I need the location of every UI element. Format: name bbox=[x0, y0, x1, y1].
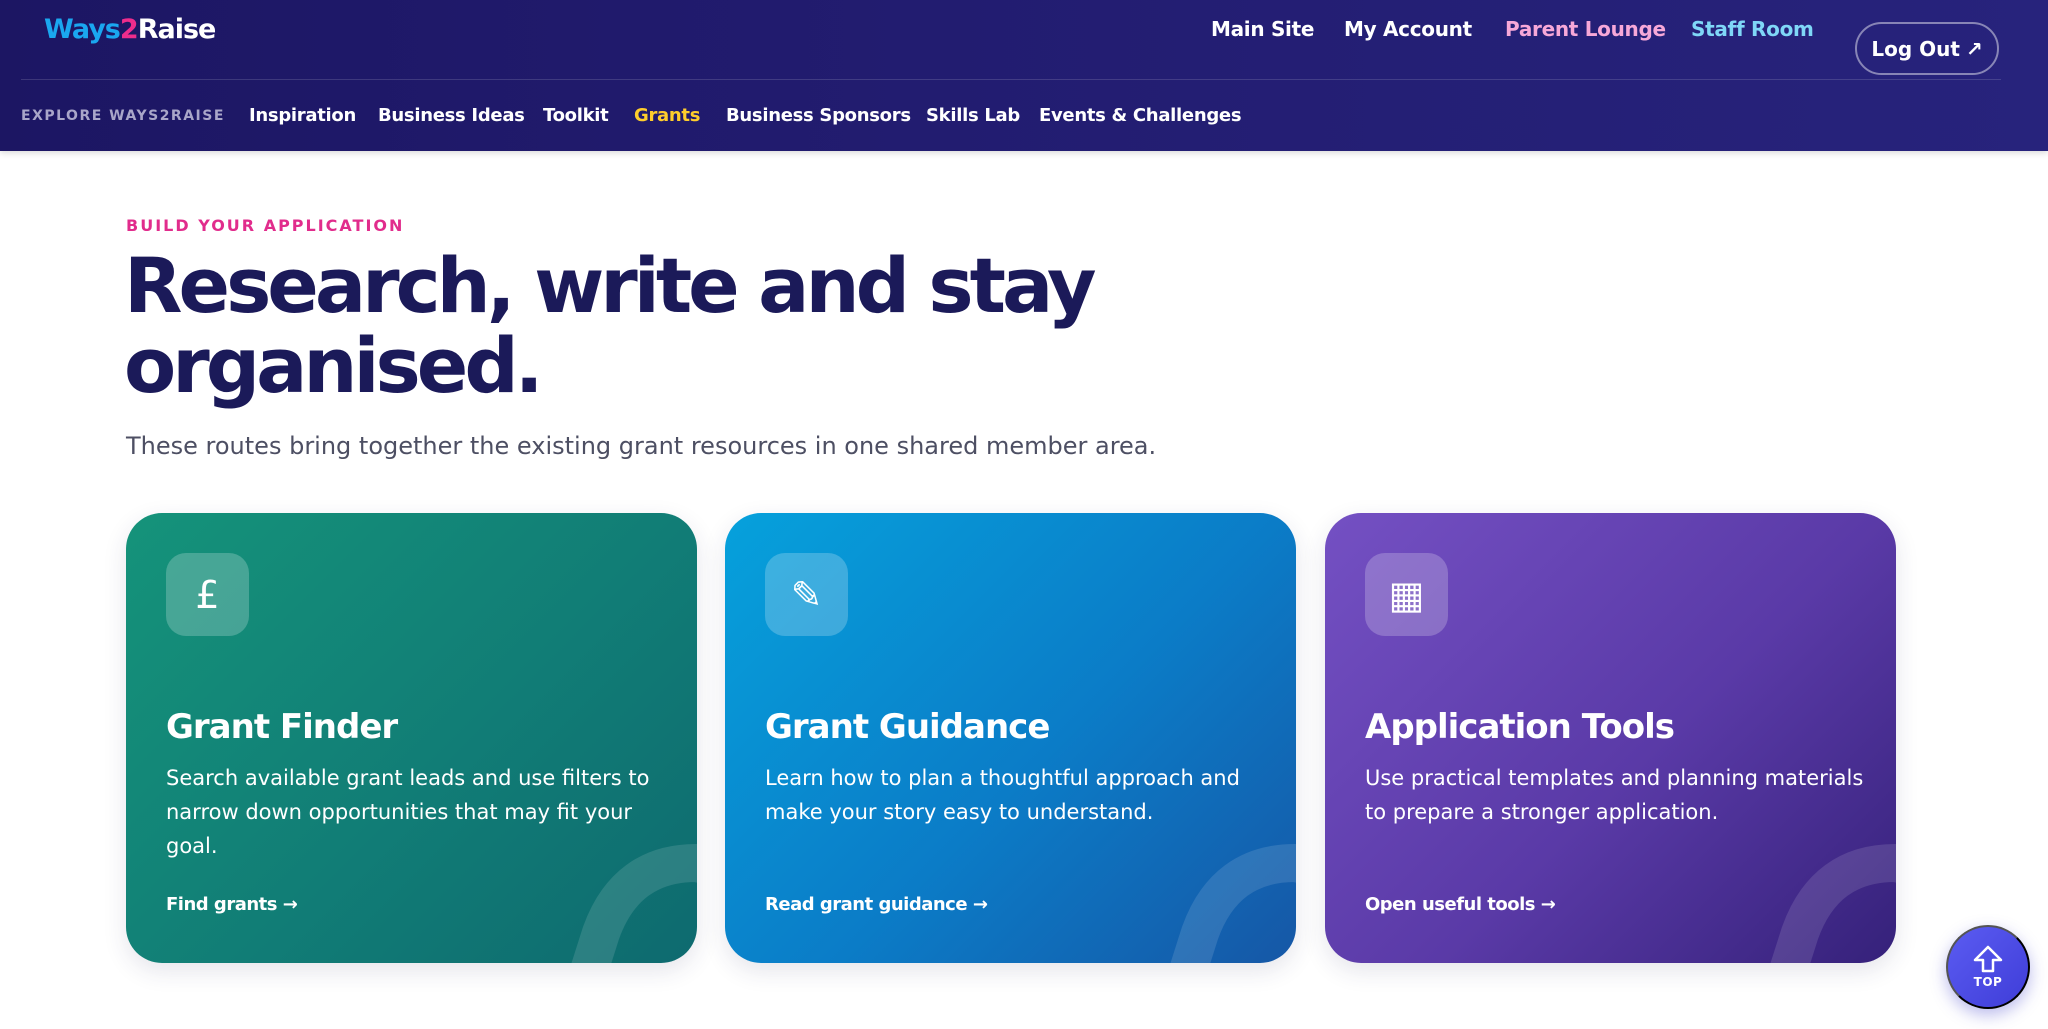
card-title: Grant Finder bbox=[166, 707, 398, 747]
subnav-skills-lab[interactable]: Skills Lab bbox=[926, 105, 1020, 126]
subnav-grants[interactable]: Grants bbox=[634, 105, 700, 126]
card-description: Learn how to plan a thoughtful approach … bbox=[765, 766, 1240, 824]
nav-my-account[interactable]: My Account bbox=[1344, 17, 1472, 41]
card-grant-finder[interactable]: £ Grant Finder Search available grant le… bbox=[126, 513, 697, 963]
card-title: Grant Guidance bbox=[765, 707, 1050, 747]
arrow-up-icon bbox=[1973, 945, 2003, 973]
pencil-icon: ✎ bbox=[765, 553, 848, 636]
subnav-inspiration[interactable]: Inspiration bbox=[249, 105, 356, 126]
top-nav: Main Site My Account Parent Lounge Staff… bbox=[0, 17, 2048, 75]
card-description: Search available grant leads and use fil… bbox=[166, 766, 650, 858]
card-grant-guidance[interactable]: ✎ Grant Guidance Learn how to plan a tho… bbox=[725, 513, 1296, 963]
nav-parent-lounge[interactable]: Parent Lounge bbox=[1505, 17, 1666, 41]
subnav-business-ideas[interactable]: Business Ideas bbox=[378, 105, 525, 126]
open-tools-link[interactable]: Open useful tools → bbox=[1365, 894, 1556, 915]
subnav-business-sponsors[interactable]: Business Sponsors bbox=[726, 105, 911, 126]
subnav-events-challenges[interactable]: Events & Challenges bbox=[1039, 105, 1242, 126]
nav-main-site[interactable]: Main Site bbox=[1211, 17, 1314, 41]
read-guidance-link[interactable]: Read grant guidance → bbox=[765, 894, 988, 915]
subnav-toolkit[interactable]: Toolkit bbox=[543, 105, 609, 126]
section-eyebrow: BUILD YOUR APPLICATION bbox=[126, 216, 405, 235]
card-application-tools[interactable]: ▦ Application Tools Use practical templa… bbox=[1325, 513, 1896, 963]
site-header: Ways2Raise Main Site My Account Parent L… bbox=[0, 0, 2048, 151]
grid-icon: ▦ bbox=[1365, 553, 1448, 636]
external-arrow-icon: ↗ bbox=[1965, 36, 1983, 61]
page-title-line-2: organised. bbox=[124, 321, 544, 410]
logout-label: Log Out bbox=[1871, 36, 1960, 61]
page-title: Research, write and stay organised. bbox=[124, 246, 1124, 406]
find-grants-link[interactable]: Find grants → bbox=[166, 894, 298, 915]
back-to-top-button[interactable]: TOP bbox=[1946, 925, 2030, 1009]
logout-button[interactable]: Log Out ↗ bbox=[1855, 22, 1999, 75]
pound-icon: £ bbox=[166, 553, 249, 636]
page-title-line-1: Research, write and stay bbox=[124, 241, 1096, 330]
back-to-top-label: TOP bbox=[1973, 975, 2003, 989]
header-divider bbox=[21, 79, 2001, 80]
nav-staff-room[interactable]: Staff Room bbox=[1691, 17, 1814, 41]
explore-label: EXPLORE WAYS2RAISE bbox=[21, 108, 225, 124]
card-title: Application Tools bbox=[1365, 707, 1675, 747]
page-lead: These routes bring together the existing… bbox=[126, 432, 1157, 460]
card-description: Use practical templates and planning mat… bbox=[1365, 766, 1864, 824]
